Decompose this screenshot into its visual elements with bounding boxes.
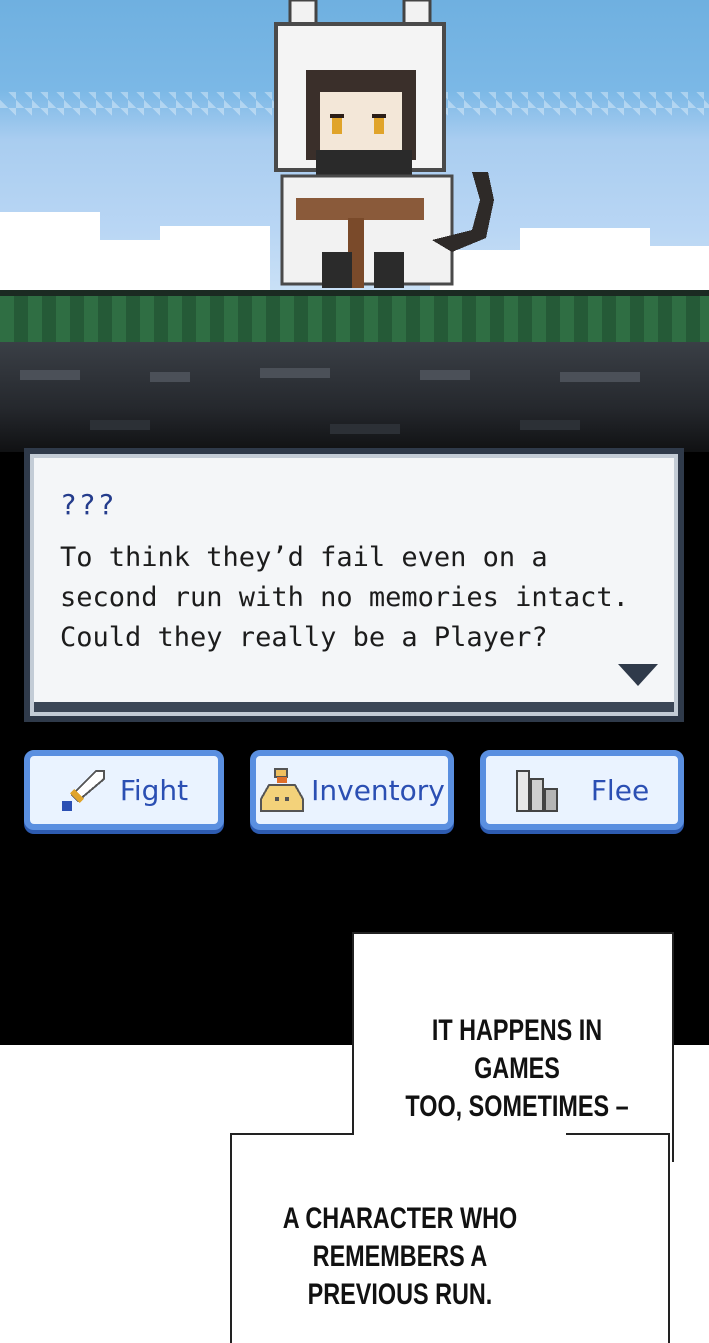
fight-label: Fight xyxy=(119,773,189,807)
caption-divider xyxy=(354,1130,566,1138)
cloud xyxy=(160,226,270,290)
rock-detail xyxy=(330,424,400,434)
rock-detail xyxy=(90,420,150,430)
rock-detail xyxy=(420,370,470,380)
flee-label: Flee xyxy=(590,773,650,807)
flee-button[interactable]: Flee xyxy=(480,750,684,830)
game-scene: ??? To think they’d fail even on a secon… xyxy=(0,0,709,1045)
cloud xyxy=(640,246,709,290)
rock-layer xyxy=(0,342,709,452)
hooded-character-sprite xyxy=(274,0,494,288)
rock-detail xyxy=(520,420,580,430)
dialog-line: To think they’d fail even on a xyxy=(60,542,548,573)
caption-line: A CHARACTER WHO xyxy=(282,1202,518,1235)
rock-detail xyxy=(260,368,330,378)
fight-button[interactable]: Fight xyxy=(24,750,224,830)
dialog-box[interactable]: ??? To think they’d fail even on a secon… xyxy=(24,448,684,722)
caption-line: TOO, SOMETIMES – xyxy=(405,1090,629,1123)
dialog-line: second run with no memories intact. xyxy=(60,582,629,613)
cloud xyxy=(90,240,170,290)
caption-line: IT HAPPENS IN GAMES xyxy=(431,1014,603,1085)
caption-line: PREVIOUS RUN. xyxy=(307,1278,493,1311)
speaker-name: ??? xyxy=(60,488,117,521)
rock-detail xyxy=(150,372,190,382)
sword-icon xyxy=(61,770,105,811)
dialog-line: Could they really be a Player? xyxy=(60,622,548,653)
rock-detail xyxy=(20,370,80,380)
caption-line: REMEMBERS A xyxy=(312,1240,488,1273)
inventory-button[interactable]: Inventory xyxy=(250,750,454,830)
caption-text: IT HAPPENS IN GAMES TOO, SOMETIMES – xyxy=(388,1012,645,1126)
caption-text: A CHARACTER WHO REMEMBERS A PREVIOUS RUN… xyxy=(267,1200,532,1314)
continue-arrow-icon[interactable] xyxy=(618,664,658,686)
inventory-label: Inventory xyxy=(311,773,445,807)
bag-icon xyxy=(260,768,305,812)
grass-ground xyxy=(0,290,709,348)
cloud xyxy=(0,212,100,290)
rock-detail xyxy=(560,372,640,382)
bars-icon xyxy=(515,770,558,812)
cloud xyxy=(520,228,650,290)
